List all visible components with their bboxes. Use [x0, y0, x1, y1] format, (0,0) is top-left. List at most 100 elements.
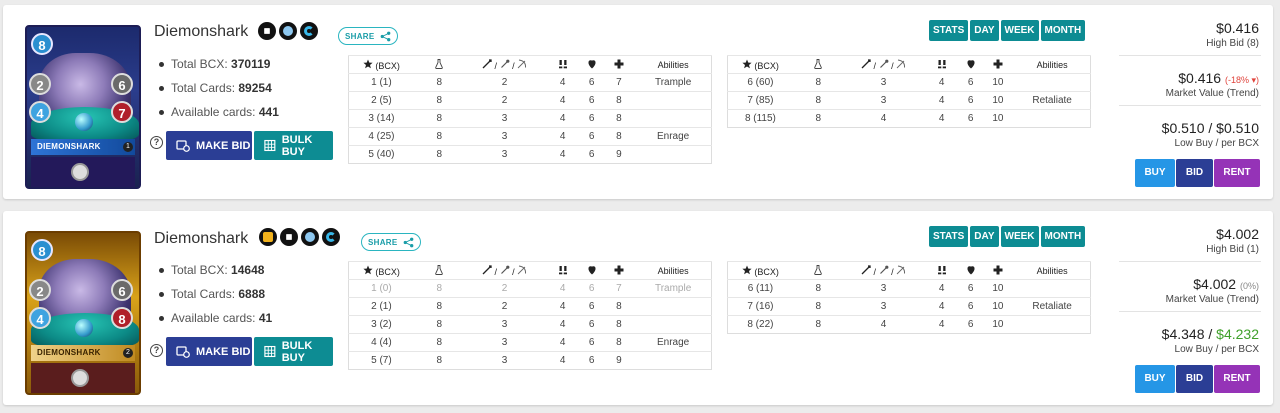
mana-cell: 8 [792, 315, 844, 334]
mana-stat: 8 [31, 239, 53, 261]
health-cell: 6 [580, 127, 603, 146]
level-bcx-cell: 7 (16) [727, 297, 793, 316]
buy-button[interactable]: BUY [1135, 159, 1175, 187]
share-button[interactable]: SHARE [338, 27, 398, 45]
mana-cell: 8 [413, 109, 465, 128]
mana-stat: 8 [31, 33, 53, 55]
level-bcx-cell: 1 (0) [348, 279, 414, 298]
health-cell: 6 [580, 279, 603, 298]
grid-icon [264, 345, 276, 358]
gavel-icon [176, 140, 190, 152]
gold-foil-icon [259, 228, 277, 246]
grid-icon [264, 139, 276, 152]
speed-cell: 4 [544, 109, 581, 128]
attack-header: / / [464, 261, 545, 280]
mana-header [413, 55, 465, 74]
rent-button[interactable]: RENT [1214, 159, 1260, 187]
level-bcx-cell: 8 (22) [727, 315, 793, 334]
table-header-row: (BCX) / / Abilities [727, 55, 1091, 74]
tab-month[interactable]: MONTH [1040, 20, 1086, 41]
make-bid-button[interactable]: MAKE BID [166, 337, 252, 366]
available-cards: Available cards: 441 [159, 105, 279, 129]
attack-cell: 2 [464, 279, 545, 298]
period-tabs: STATS DAY WEEK MONTH [929, 20, 1086, 41]
abilities-cell [1014, 73, 1091, 92]
health-header [580, 55, 603, 74]
health-cell: 6 [959, 279, 982, 298]
armor-cell: 7 [602, 279, 636, 298]
market-actions: BUY BID RENT [1135, 159, 1260, 187]
bid-button[interactable]: BID [1176, 365, 1213, 393]
card-listing: 8 2 4 6 8 DIEMONSHARK 2 Diemonshark SHAR… [3, 211, 1273, 405]
card-title[interactable]: Diemonshark [154, 23, 248, 41]
armor-header [981, 261, 1015, 280]
total-bcx: Total BCX: 370119 [159, 57, 279, 81]
bulk-buy-button[interactable]: BULK BUY [254, 337, 333, 366]
market-value-label: Market Value (Trend) [1165, 294, 1259, 305]
make-bid-button[interactable]: MAKE BID [166, 131, 252, 160]
table-row: 8 (22) 8 4 4 6 10 [727, 315, 1091, 334]
attack-cell: 2 [464, 297, 545, 316]
bulk-buy-label: BULK BUY [281, 133, 313, 158]
health-stat: 7 [111, 101, 133, 123]
mana-cell: 8 [792, 297, 844, 316]
total-cards-label: Total Cards: [171, 81, 236, 95]
level-bcx-cell: 6 (60) [727, 73, 793, 92]
card-art-name: DIEMONSHARK [31, 139, 135, 155]
health-header [959, 261, 982, 280]
attack-cell: 4 [843, 109, 924, 128]
edition-badges [258, 22, 318, 40]
attack-cell: 3 [843, 297, 924, 316]
speed-header [923, 55, 960, 74]
level-bcx-cell: 4 (25) [348, 127, 414, 146]
table-row: 3 (2) 8 3 4 6 8 [348, 315, 712, 334]
tab-day[interactable]: DAY [970, 20, 999, 41]
bulk-buy-button[interactable]: BULK BUY [254, 131, 333, 160]
share-button[interactable]: SHARE [361, 233, 421, 251]
low-buy-block: $4.348 / $4.232 Low Buy / per BCX [1119, 312, 1261, 361]
attack-cell: 3 [464, 351, 545, 370]
table-row: 2 (5) 8 2 4 6 8 [348, 91, 712, 110]
edition-badges [259, 228, 340, 246]
speed-stat: 4 [29, 307, 51, 329]
buy-button[interactable]: BUY [1135, 365, 1175, 393]
total-bcx-value: 370119 [231, 57, 271, 71]
armor-header [602, 55, 636, 74]
table-row: 4 (25) 8 3 4 6 8 Enrage [348, 127, 712, 146]
tab-month[interactable]: MONTH [1040, 226, 1086, 247]
market-value-price: $4.002 [1193, 276, 1237, 292]
bid-button[interactable]: BID [1176, 159, 1213, 187]
table-row: 1 (0) 8 2 4 6 7 Trample [348, 279, 712, 298]
help-icon[interactable]: ? [150, 344, 163, 357]
total-cards-value: 6888 [238, 287, 266, 301]
tab-day[interactable]: DAY [970, 226, 999, 247]
abilities-header: Abilities [635, 261, 712, 280]
speed-cell: 4 [544, 315, 581, 334]
tab-stats[interactable]: STATS [929, 226, 969, 247]
water-element-icon [301, 228, 319, 246]
rent-button[interactable]: RENT [1214, 365, 1260, 393]
card-title[interactable]: Diemonshark [154, 230, 248, 248]
armor-cell: 8 [602, 297, 636, 316]
make-bid-label: MAKE BID [196, 345, 251, 358]
table-row: 1 (1) 8 2 4 6 7 Trample [348, 73, 712, 92]
mana-header [413, 261, 465, 280]
tab-week[interactable]: WEEK [1000, 226, 1039, 247]
price-panel: $0.416 High Bid (8) $0.416 (-18% ▾) Mark… [1119, 5, 1261, 155]
armor-cell: 10 [981, 73, 1015, 92]
card-art[interactable]: 8 2 4 6 8 DIEMONSHARK 2 [25, 231, 141, 395]
level-stats-table-extended: (BCX) / / Abilities 6 (60) 8 3 4 6 10 7 (85) 8 3 4… [727, 55, 1091, 128]
tab-week[interactable]: WEEK [1000, 20, 1039, 41]
card-art[interactable]: 8 2 4 6 7 DIEMONSHARK 1 [25, 25, 141, 189]
high-bid-block: $0.416 High Bid (8) [1119, 5, 1261, 56]
mana-cell: 8 [413, 333, 465, 352]
table-row: 2 (1) 8 2 4 6 8 [348, 297, 712, 316]
tab-stats[interactable]: STATS [929, 20, 969, 41]
card-art-gem [75, 319, 93, 337]
market-value-price: $0.416 [1178, 70, 1222, 86]
help-icon[interactable]: ? [150, 136, 163, 149]
mana-cell: 8 [413, 127, 465, 146]
card-level: 1 [123, 142, 133, 152]
mana-cell: 8 [413, 279, 465, 298]
high-bid-block: $4.002 High Bid (1) [1119, 211, 1261, 262]
